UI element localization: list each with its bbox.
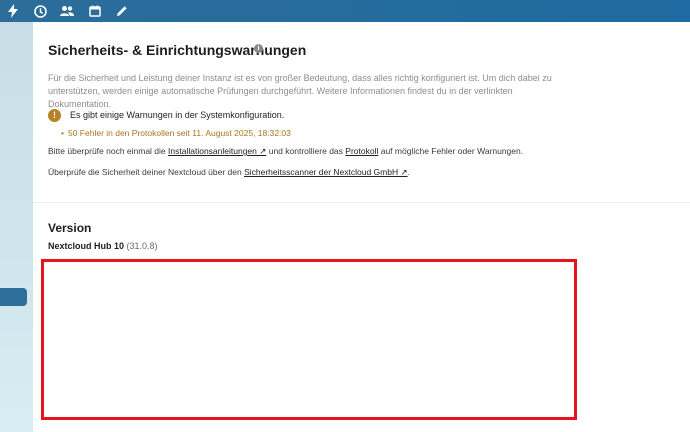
para1-text-middle: und kontrolliere das — [266, 146, 346, 156]
settings-content: Sicherheits- & Einrichtungswarnungen i F… — [33, 22, 690, 432]
para2-text-end: . — [407, 167, 410, 177]
product-name: Nextcloud Hub 10 — [48, 241, 125, 251]
version-number: (31.0.8) — [126, 241, 158, 251]
para1-text-end: auf mögliche Fehler oder Warnungen. — [378, 146, 524, 156]
pencil-icon[interactable] — [114, 3, 130, 19]
installation-guides-link[interactable]: Installationsanleitungen ↗ — [168, 146, 266, 156]
warning-text: Es gibt einige Warnungen in der Systemko… — [70, 110, 285, 120]
warning-icon: ! — [48, 108, 61, 122]
calendar-icon[interactable] — [87, 3, 103, 19]
log-link[interactable]: Protokoll — [345, 146, 378, 156]
security-scanner-paragraph: Überprüfe die Sicherheit deiner Nextclou… — [48, 167, 410, 178]
para1-text-start: Bitte überprüfe noch einmal die — [48, 146, 169, 156]
info-icon[interactable]: i — [254, 44, 263, 53]
bullet-icon: • — [61, 128, 64, 138]
warning-row: ! Es gibt einige Warnungen in der System… — [48, 108, 284, 122]
install-guide-paragraph: Bitte überprüfe noch einmal die Installa… — [48, 146, 523, 157]
left-navigation — [0, 22, 33, 432]
version-section-title: Version — [48, 221, 92, 235]
activity-icon[interactable] — [32, 3, 48, 19]
security-section-title: Sicherheits- & Einrichtungswarnungen — [48, 42, 307, 58]
log-errors-text: 50 Fehler in den Protokollen seit 11. Au… — [67, 128, 291, 138]
security-scanner-link[interactable]: Sicherheitsscanner der Nextcloud GmbH ↗ — [244, 167, 408, 177]
bolt-icon[interactable] — [5, 3, 21, 19]
version-line: Nextcloud Hub 10 (31.0.8) — [48, 241, 158, 251]
security-intro-text: Für die Sicherheit und Leistung deiner I… — [48, 73, 552, 109]
contacts-icon[interactable] — [59, 3, 75, 19]
top-app-bar — [0, 0, 690, 22]
para2-text-start: Überprüfe die Sicherheit deiner Nextclou… — [48, 167, 245, 177]
nav-active-item[interactable] — [0, 288, 27, 306]
section-divider — [33, 202, 690, 203]
log-errors-item: • 50 Fehler in den Protokollen seit 11. A… — [61, 128, 291, 138]
highlight-box — [41, 259, 577, 420]
